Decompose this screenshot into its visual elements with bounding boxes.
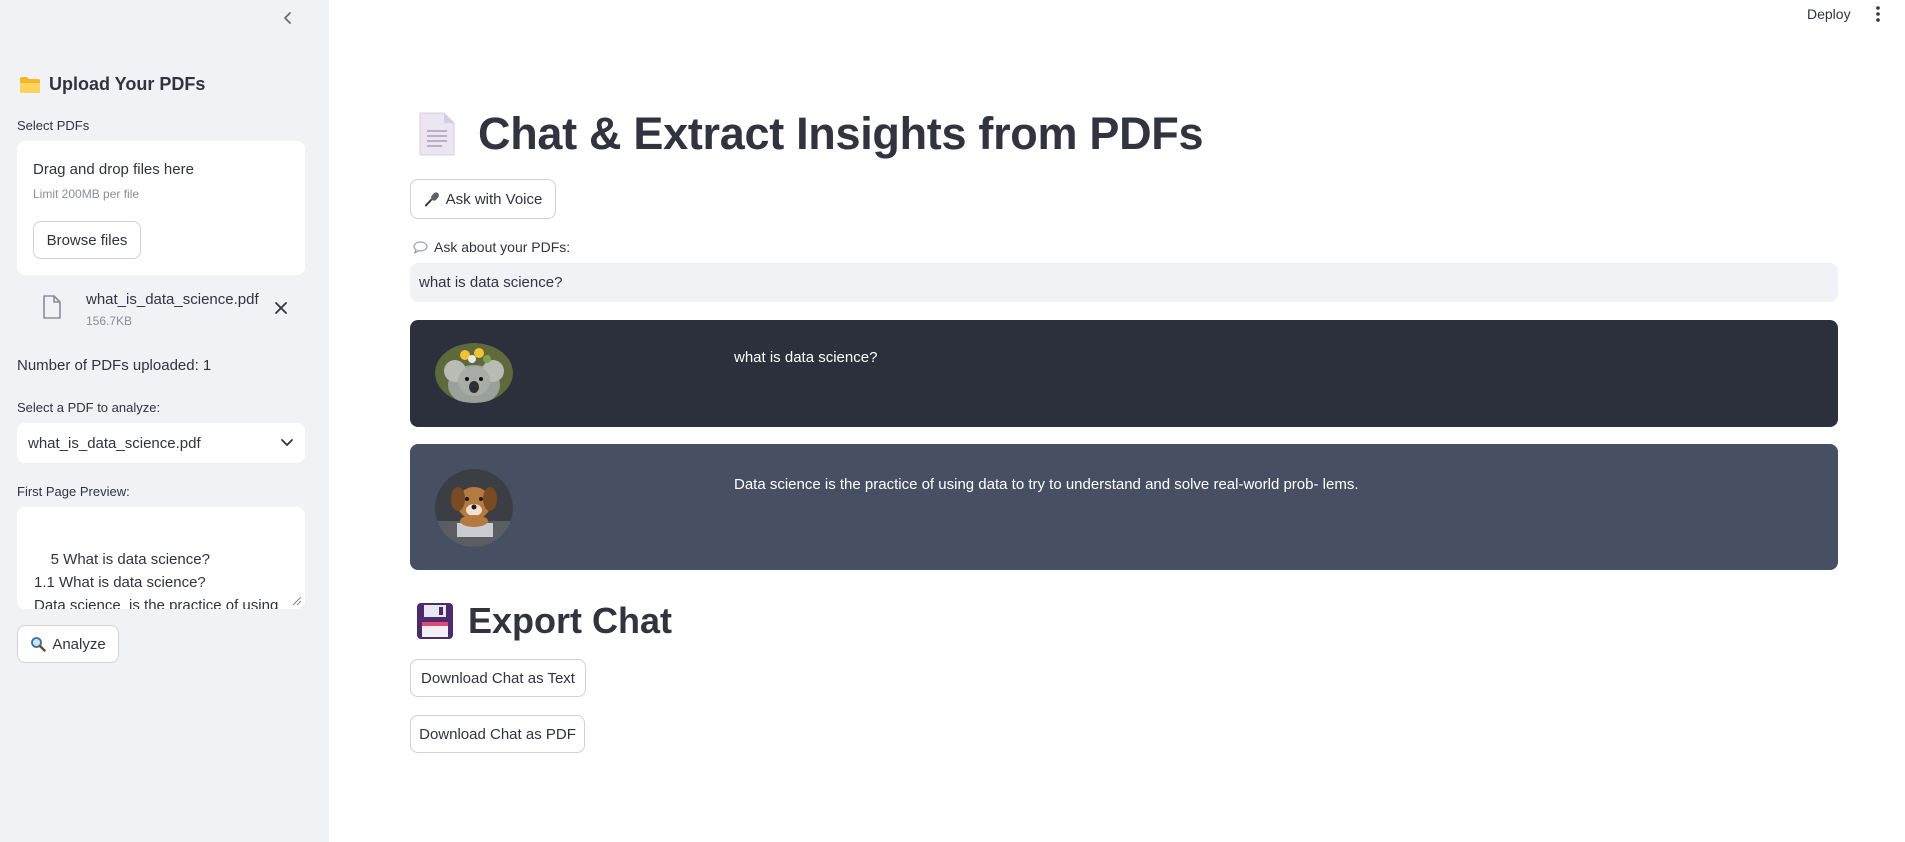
- uploaded-file-name: what_is_data_science.pdf: [86, 291, 259, 308]
- ask-with-voice-button[interactable]: Ask with Voice: [410, 179, 556, 219]
- download-pdf-button[interactable]: Download Chat as PDF: [410, 715, 585, 753]
- ask-field-label: Ask about your PDFs:: [413, 239, 570, 255]
- assistant-message-text: Data science is the practice of using da…: [734, 476, 1359, 493]
- analyze-button[interactable]: Analyze: [17, 625, 119, 663]
- chat-message-user: what is data science?: [410, 320, 1838, 427]
- ask-label-text: Ask about your PDFs:: [434, 239, 571, 255]
- speech-bubble-icon: [413, 240, 428, 254]
- preview-label: First Page Preview:: [17, 484, 130, 499]
- sidebar-header-text: Upload Your PDFs: [49, 74, 206, 94]
- microphone-icon: [424, 192, 439, 207]
- document-icon: [419, 112, 455, 156]
- sidebar-collapse-button[interactable]: [278, 8, 298, 28]
- file-dropzone[interactable]: Drag and drop files here Limit 200MB per…: [17, 141, 305, 275]
- select-pdfs-label: Select PDFs: [17, 118, 90, 133]
- chevron-down-icon: [281, 439, 293, 446]
- select-pdf-label: Select a PDF to analyze:: [17, 400, 161, 415]
- user-message-text: what is data science?: [734, 349, 878, 366]
- export-title-text: Export Chat: [468, 600, 673, 641]
- magnifier-icon: [31, 637, 47, 652]
- chat-message-assistant: Data science is the practice of using da…: [410, 444, 1838, 570]
- sidebar-header: Upload Your PDFs: [19, 74, 205, 95]
- voice-button-label: Ask with Voice: [445, 190, 543, 208]
- pdf-select-value: what_is_data_science.pdf: [28, 434, 201, 452]
- folder-icon: [20, 76, 40, 93]
- dropzone-limit: Limit 200MB per file: [33, 187, 140, 201]
- ask-input[interactable]: [410, 263, 1838, 302]
- deploy-button[interactable]: Deploy: [1807, 6, 1851, 22]
- export-section-title: Export Chat: [416, 600, 672, 642]
- analyze-label: Analyze: [52, 635, 106, 653]
- resize-grip-icon[interactable]: [290, 594, 302, 606]
- close-icon[interactable]: [274, 301, 288, 315]
- file-icon: [43, 295, 61, 319]
- sidebar: Upload Your PDFs Select PDFs Drag and dr…: [0, 0, 329, 842]
- browse-files-button[interactable]: Browse files: [33, 221, 141, 259]
- koala-avatar-icon: [435, 343, 513, 403]
- first-page-preview[interactable]: 5 What is data science? 1.1 What is data…: [17, 507, 305, 609]
- preview-text: 5 What is data science? 1.1 What is data…: [34, 551, 279, 609]
- uploaded-file-row: what_is_data_science.pdf 156.7KB: [38, 287, 298, 331]
- user-avatar: [435, 343, 513, 403]
- download-text-button[interactable]: Download Chat as Text: [410, 659, 586, 697]
- pdf-select[interactable]: what_is_data_science.pdf: [17, 423, 305, 463]
- chevron-left-icon: [284, 12, 291, 24]
- page-title-text: Chat & Extract Insights from PDFs: [478, 108, 1204, 159]
- dropzone-text: Drag and drop files here: [33, 161, 194, 178]
- assistant-avatar: [435, 469, 513, 547]
- pdf-count-text: Number of PDFs uploaded: 1: [17, 357, 212, 374]
- dog-avatar-icon: [435, 469, 513, 547]
- floppy-disk-icon: [417, 603, 453, 639]
- kebab-menu-icon[interactable]: [1872, 4, 1884, 24]
- page-title: Chat & Extract Insights from PDFs: [418, 108, 1204, 160]
- uploaded-file-size: 156.7KB: [86, 314, 133, 328]
